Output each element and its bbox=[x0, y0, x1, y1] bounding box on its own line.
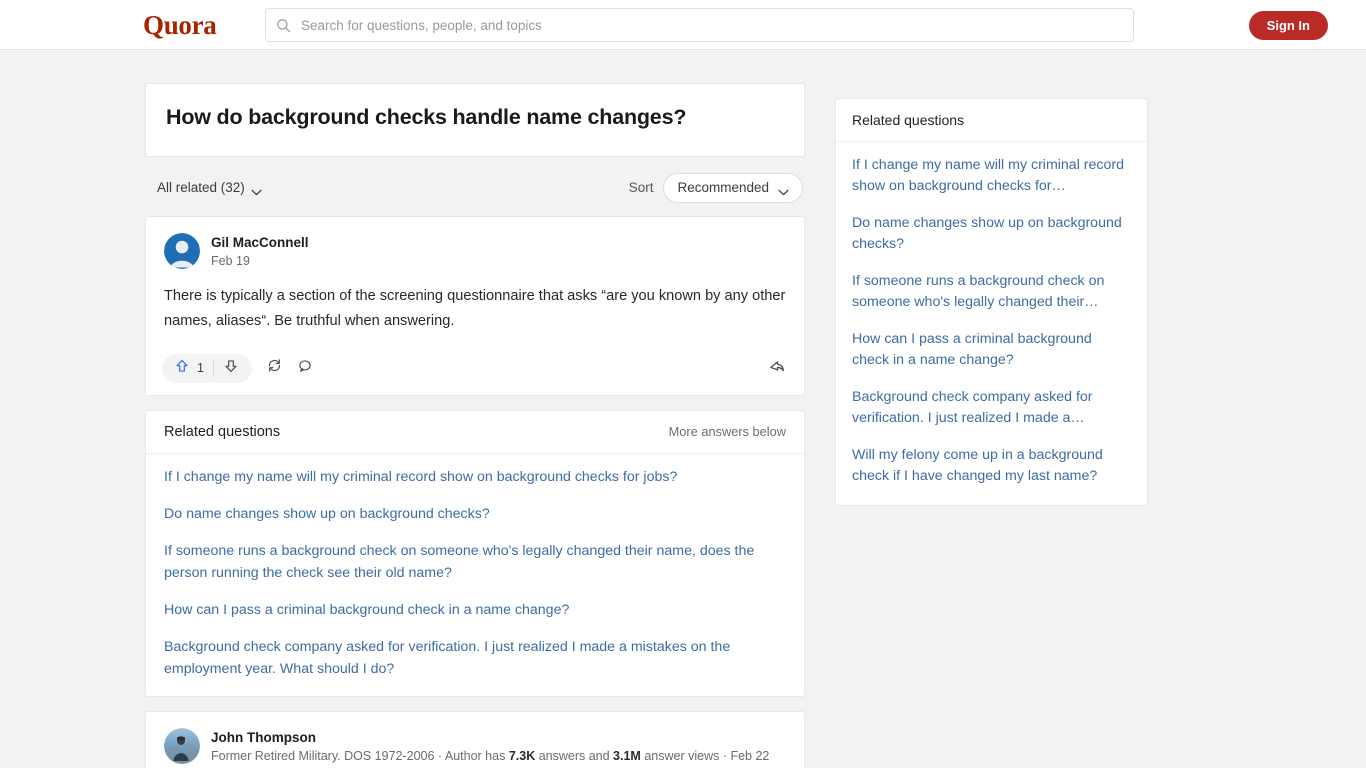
sort-label: Sort bbox=[628, 180, 654, 196]
sidebar-related-question-link[interactable]: Will my felony come up in a background c… bbox=[852, 445, 1131, 487]
main-column: How do background checks handle name cha… bbox=[145, 83, 805, 768]
all-related-label: All related (32) bbox=[157, 180, 245, 196]
answer-card: Gil MacConnell Feb 19 There is typically… bbox=[145, 215, 805, 396]
author-meta: Gil MacConnell Feb 19 bbox=[211, 233, 309, 271]
share-button[interactable] bbox=[768, 357, 786, 380]
search-bar[interactable] bbox=[265, 8, 1134, 42]
avatar[interactable] bbox=[164, 232, 200, 269]
downvote-button[interactable] bbox=[214, 358, 248, 379]
search-input[interactable] bbox=[299, 16, 1123, 34]
related-question-link[interactable]: How can I pass a criminal background che… bbox=[164, 599, 786, 621]
related-question-link[interactable]: Do name changes show up on background ch… bbox=[164, 503, 786, 525]
author-row: John Thompson Former Retired Military. D… bbox=[164, 727, 786, 766]
related-questions-list: If I change my name will my criminal rec… bbox=[146, 454, 804, 696]
author-meta: John Thompson Former Retired Military. D… bbox=[211, 728, 769, 766]
sidebar-title: Related questions bbox=[836, 99, 1147, 142]
question-card: How do background checks handle name cha… bbox=[145, 83, 805, 157]
vote-pill: 1 bbox=[162, 353, 252, 383]
related-question-link[interactable]: If I change my name will my criminal rec… bbox=[164, 466, 786, 488]
comment-button[interactable] bbox=[297, 358, 313, 379]
author-name[interactable]: John Thompson bbox=[211, 729, 769, 746]
search-icon bbox=[276, 18, 291, 33]
more-answers-below-label: More answers below bbox=[668, 424, 786, 440]
sidebar-related-question-link[interactable]: Do name changes show up on background ch… bbox=[852, 213, 1131, 255]
answer-actions-left: 1 bbox=[162, 353, 313, 383]
sign-in-button[interactable]: Sign In bbox=[1248, 11, 1328, 40]
filter-row: All related (32) Sort Recommended bbox=[145, 171, 805, 205]
related-questions-header: Related questions More answers below bbox=[146, 411, 804, 454]
sidebar-related-question-link[interactable]: How can I pass a criminal background che… bbox=[852, 329, 1131, 371]
related-question-link[interactable]: Background check company asked for verif… bbox=[164, 636, 786, 680]
answer-text: There is typically a section of the scre… bbox=[164, 287, 786, 329]
sidebar-related-question-link[interactable]: If I change my name will my criminal rec… bbox=[852, 155, 1131, 197]
repost-icon bbox=[266, 357, 283, 379]
author-row: Gil MacConnell Feb 19 bbox=[164, 232, 786, 271]
answer-date: Feb 19 bbox=[211, 253, 250, 268]
page-body: How do background checks handle name cha… bbox=[0, 50, 1366, 768]
upvote-count: 1 bbox=[197, 361, 204, 376]
sidebar-related-question-link[interactable]: Background check company asked for verif… bbox=[852, 387, 1131, 429]
answer-card: John Thompson Former Retired Military. D… bbox=[145, 710, 805, 768]
related-questions-title: Related questions bbox=[164, 423, 281, 440]
views-count: 3.1M bbox=[613, 748, 641, 763]
share-arrow-icon bbox=[768, 357, 786, 380]
chevron-down-icon bbox=[251, 184, 262, 196]
comment-bubble-icon bbox=[297, 358, 313, 379]
sort-value: Recommended bbox=[677, 180, 769, 196]
sidebar: Related questions If I change my name wi… bbox=[835, 98, 1148, 520]
answer-actions: 1 bbox=[146, 344, 804, 395]
author-name[interactable]: Gil MacConnell bbox=[211, 234, 309, 251]
author-credential: Former Retired Military. DOS 1972-2006 ·… bbox=[211, 747, 769, 766]
upvote-button[interactable]: 1 bbox=[166, 358, 213, 379]
credential-end: answer views · Feb 22 bbox=[640, 748, 770, 763]
answer-body: Gil MacConnell Feb 19 There is typically… bbox=[146, 217, 804, 344]
related-questions-card: Related questions More answers below If … bbox=[145, 409, 805, 697]
answer-body: John Thompson Former Retired Military. D… bbox=[146, 712, 804, 768]
all-related-dropdown[interactable]: All related (32) bbox=[157, 180, 262, 196]
related-question-link[interactable]: If someone runs a background check on so… bbox=[164, 540, 786, 584]
avatar[interactable] bbox=[164, 727, 200, 764]
downvote-arrow-icon bbox=[223, 358, 239, 379]
sidebar-related-question-link[interactable]: If someone runs a background check on so… bbox=[852, 271, 1131, 313]
sidebar-related-questions-card: Related questions If I change my name wi… bbox=[835, 98, 1148, 506]
credential-start: Former Retired Military. DOS 1972-2006 ·… bbox=[211, 748, 509, 763]
page-title: How do background checks handle name cha… bbox=[166, 105, 687, 129]
site-header: Quora Sign In bbox=[0, 0, 1366, 50]
repost-button[interactable] bbox=[266, 357, 283, 379]
credential-mid: answers and bbox=[535, 748, 614, 763]
sidebar-list: If I change my name will my criminal rec… bbox=[836, 142, 1147, 505]
quora-logo[interactable]: Quora bbox=[143, 10, 217, 40]
sort-group: Sort Recommended bbox=[628, 172, 803, 203]
upvote-arrow-icon bbox=[174, 358, 190, 379]
answers-count: 7.3K bbox=[508, 748, 536, 763]
chevron-down-icon bbox=[778, 184, 789, 196]
sort-dropdown[interactable]: Recommended bbox=[663, 172, 803, 203]
